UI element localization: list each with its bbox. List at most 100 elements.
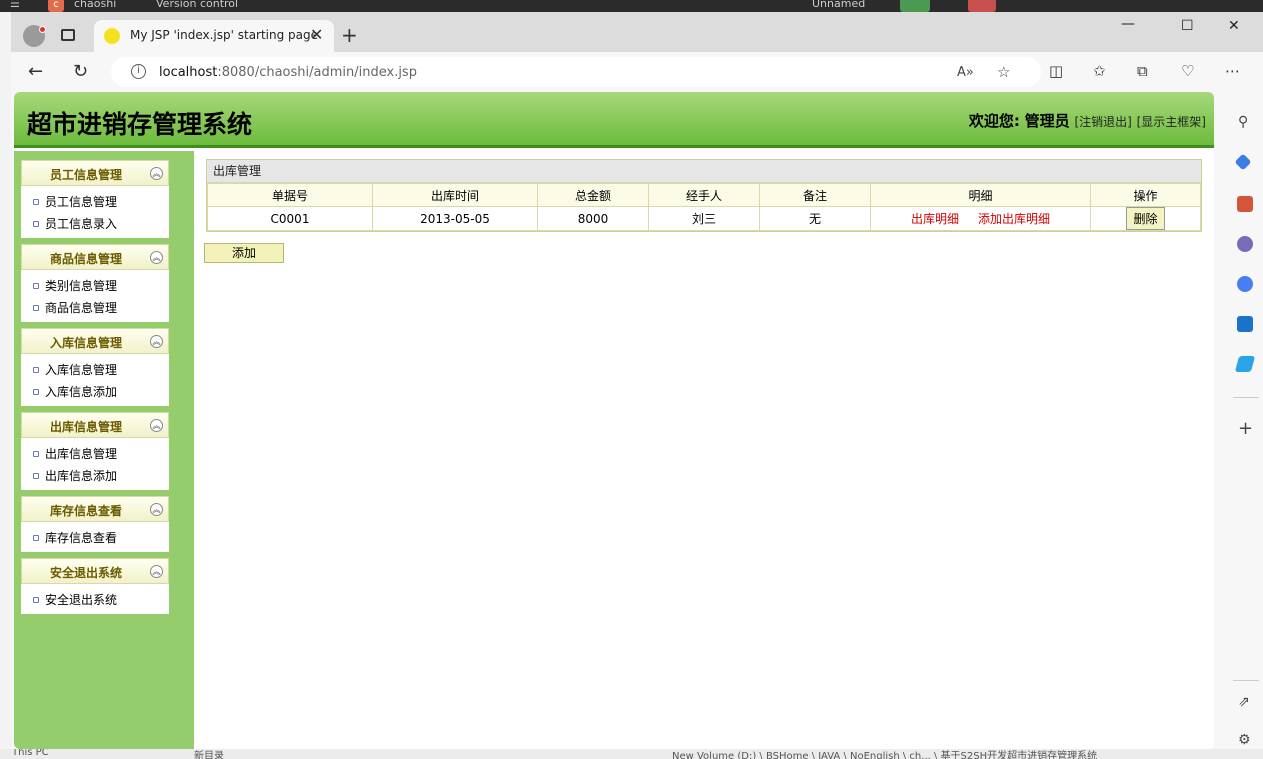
show-main-frame-link[interactable]: [显示主框架]	[1137, 115, 1206, 129]
run-config[interactable]: Unnamed	[812, 0, 865, 10]
microsoft365-icon[interactable]	[1237, 276, 1253, 292]
site-title: 超市进销存管理系统	[27, 110, 253, 139]
back-icon[interactable]: ←	[28, 61, 43, 82]
stock-out-table-box: 出库管理 单据号 出库时间 总金额 经手人 备注 明细 操作 C0001 201…	[206, 159, 1202, 232]
menu-group-header[interactable]: 库存信息查看 ︽	[21, 496, 169, 522]
url-text: localhost:8080/chaoshi/admin/index.jsp	[159, 65, 417, 80]
collapse-icon[interactable]: ︽	[150, 335, 163, 348]
col-header-date: 出库时间	[372, 183, 538, 207]
menu-item-stock-in-manage[interactable]: 入库信息管理	[33, 359, 169, 381]
menu-item-category-manage[interactable]: 类别信息管理	[33, 275, 169, 297]
collapse-icon[interactable]: ︽	[150, 251, 163, 264]
tab-actions-icon[interactable]	[61, 29, 75, 41]
external-link-icon[interactable]: ⇗	[1238, 694, 1250, 710]
collapse-icon[interactable]: ︽	[150, 503, 163, 516]
logout-link[interactable]: [注销退出]	[1074, 115, 1131, 129]
menu-item-goods-manage[interactable]: 商品信息管理	[33, 297, 169, 319]
menu-item-stock-out-add[interactable]: 出库信息添加	[33, 465, 169, 487]
menu-group-header[interactable]: 员工信息管理 ︽	[21, 160, 169, 186]
favorites-icon[interactable]: ✩	[1093, 62, 1106, 80]
collapse-icon[interactable]: ︽	[150, 167, 163, 180]
detail-link[interactable]: 出库明细	[911, 212, 959, 226]
tab-title: My JSP 'index.jsp' starting page	[130, 28, 319, 42]
menu-group-header[interactable]: 商品信息管理 ︽	[21, 244, 169, 270]
send-icon[interactable]	[1234, 356, 1256, 372]
shopping-tag-icon[interactable]	[1234, 153, 1252, 171]
bullet-icon	[33, 597, 39, 603]
menu-group-header[interactable]: 出库信息管理 ︽	[21, 412, 169, 438]
stock-out-table: 单据号 出库时间 总金额 经手人 备注 明细 操作 C0001 2013-05-	[207, 183, 1201, 231]
reload-icon[interactable]: ↻	[73, 61, 88, 82]
add-sidebar-app-icon[interactable]: +	[1238, 418, 1253, 439]
read-aloud-icon[interactable]: A»	[957, 65, 974, 80]
menu-group-title: 库存信息查看	[49, 504, 122, 518]
site-info-icon[interactable]: i	[131, 64, 146, 79]
favorite-star-icon[interactable]: ☆	[997, 63, 1010, 81]
project-name[interactable]: chaoshi	[74, 0, 116, 10]
browser-window: My JSP 'index.jsp' starting page ✕ + — ☐…	[11, 12, 1263, 749]
menu-group-title: 入库信息管理	[49, 336, 122, 350]
bullet-icon	[33, 473, 39, 479]
col-header-handler: 经手人	[648, 183, 760, 207]
table-row: C0001 2013-05-05 8000 刘三 无 出库明细 添加出库明细 删…	[207, 206, 1201, 231]
menu-item-stock-out-manage[interactable]: 出库信息管理	[33, 443, 169, 465]
delete-button[interactable]: 删除	[1126, 207, 1165, 230]
collapse-icon[interactable]: ︽	[150, 565, 163, 578]
games-icon[interactable]	[1237, 236, 1253, 252]
menu-group-logout: 安全退出系统 ︽ 安全退出系统	[21, 558, 169, 614]
page-viewport: 超市进销存管理系统 欢迎您: 管理员 [注销退出] [显示主框架] 员工信息管理…	[14, 92, 1214, 749]
tools-icon[interactable]	[1237, 196, 1253, 212]
tab-active[interactable]: My JSP 'index.jsp' starting page ✕	[94, 20, 334, 52]
cell-id: C0001	[207, 206, 373, 231]
sidebar-divider	[1233, 680, 1259, 681]
menu-group-body: 入库信息管理 入库信息添加	[21, 354, 169, 406]
bullet-icon	[33, 305, 39, 311]
cell-handler: 刘三	[648, 206, 760, 231]
minimize-icon[interactable]: —	[1121, 16, 1135, 32]
cell-date: 2013-05-05	[372, 206, 538, 231]
menu-item-stock-in-add[interactable]: 入库信息添加	[33, 381, 169, 403]
table-caption: 出库管理	[207, 160, 1201, 183]
more-menu-icon[interactable]: ⋯	[1225, 62, 1240, 80]
bg-sidebar-label: This PC	[12, 749, 49, 758]
menu-item-safe-logout[interactable]: 安全退出系统	[33, 589, 169, 611]
menu-group-body: 安全退出系统	[21, 584, 169, 614]
main-content: 出库管理 单据号 出库时间 总金额 经手人 备注 明细 操作 C0001 201…	[194, 151, 1214, 749]
browser-essentials-icon[interactable]: ♡	[1181, 62, 1194, 80]
menu-group-title: 商品信息管理	[49, 252, 122, 266]
menu-item-employee-manage[interactable]: 员工信息管理	[33, 191, 169, 213]
close-tab-icon[interactable]: ✕	[310, 25, 323, 44]
hamburger-icon[interactable]: ☰	[10, 0, 20, 10]
menu-item-inventory-view[interactable]: 库存信息查看	[33, 527, 169, 549]
stop-button[interactable]	[968, 0, 996, 12]
add-button[interactable]: 添加	[204, 243, 284, 263]
cell-detail: 出库明细 添加出库明细	[870, 206, 1091, 231]
bg-path: New Volume (D:) \ BSHome \ JAVA \ NoEngl…	[672, 751, 1098, 759]
new-tab-icon[interactable]: +	[341, 23, 358, 47]
add-detail-link[interactable]: 添加出库明细	[978, 212, 1050, 226]
menu-group-employee: 员工信息管理 ︽ 员工信息管理 员工信息录入	[21, 160, 169, 238]
bg-file-name: 新目录	[194, 751, 224, 759]
browser-toolbar: ← ↻ i localhost:8080/chaoshi/admin/index…	[11, 52, 1263, 92]
cell-note: 无	[759, 206, 871, 231]
search-icon[interactable]: ⚲	[1238, 114, 1248, 130]
outlook-icon[interactable]	[1237, 316, 1253, 332]
cell-action: 删除	[1090, 206, 1201, 231]
vcs-menu[interactable]: Version control	[156, 0, 238, 10]
menu-group-header[interactable]: 入库信息管理 ︽	[21, 328, 169, 354]
menu-group-header[interactable]: 安全退出系统 ︽	[21, 558, 169, 584]
col-header-id: 单据号	[207, 183, 373, 207]
address-bar[interactable]: i localhost:8080/chaoshi/admin/index.jsp…	[111, 57, 1041, 87]
maximize-icon[interactable]: ☐	[1181, 18, 1194, 34]
menu-item-employee-add[interactable]: 员工信息录入	[33, 213, 169, 235]
settings-gear-icon[interactable]: ⚙	[1238, 732, 1251, 748]
bullet-icon	[33, 367, 39, 373]
menu-group-goods: 商品信息管理 ︽ 类别信息管理 商品信息管理	[21, 244, 169, 322]
close-window-icon[interactable]: ✕	[1228, 18, 1240, 34]
split-screen-icon[interactable]: ◫	[1049, 62, 1063, 80]
collections-icon[interactable]: ⧉	[1137, 62, 1148, 80]
bullet-icon	[33, 535, 39, 541]
run-button[interactable]	[900, 0, 930, 12]
collapse-icon[interactable]: ︽	[150, 419, 163, 432]
menu-group-body: 出库信息管理 出库信息添加	[21, 438, 169, 490]
